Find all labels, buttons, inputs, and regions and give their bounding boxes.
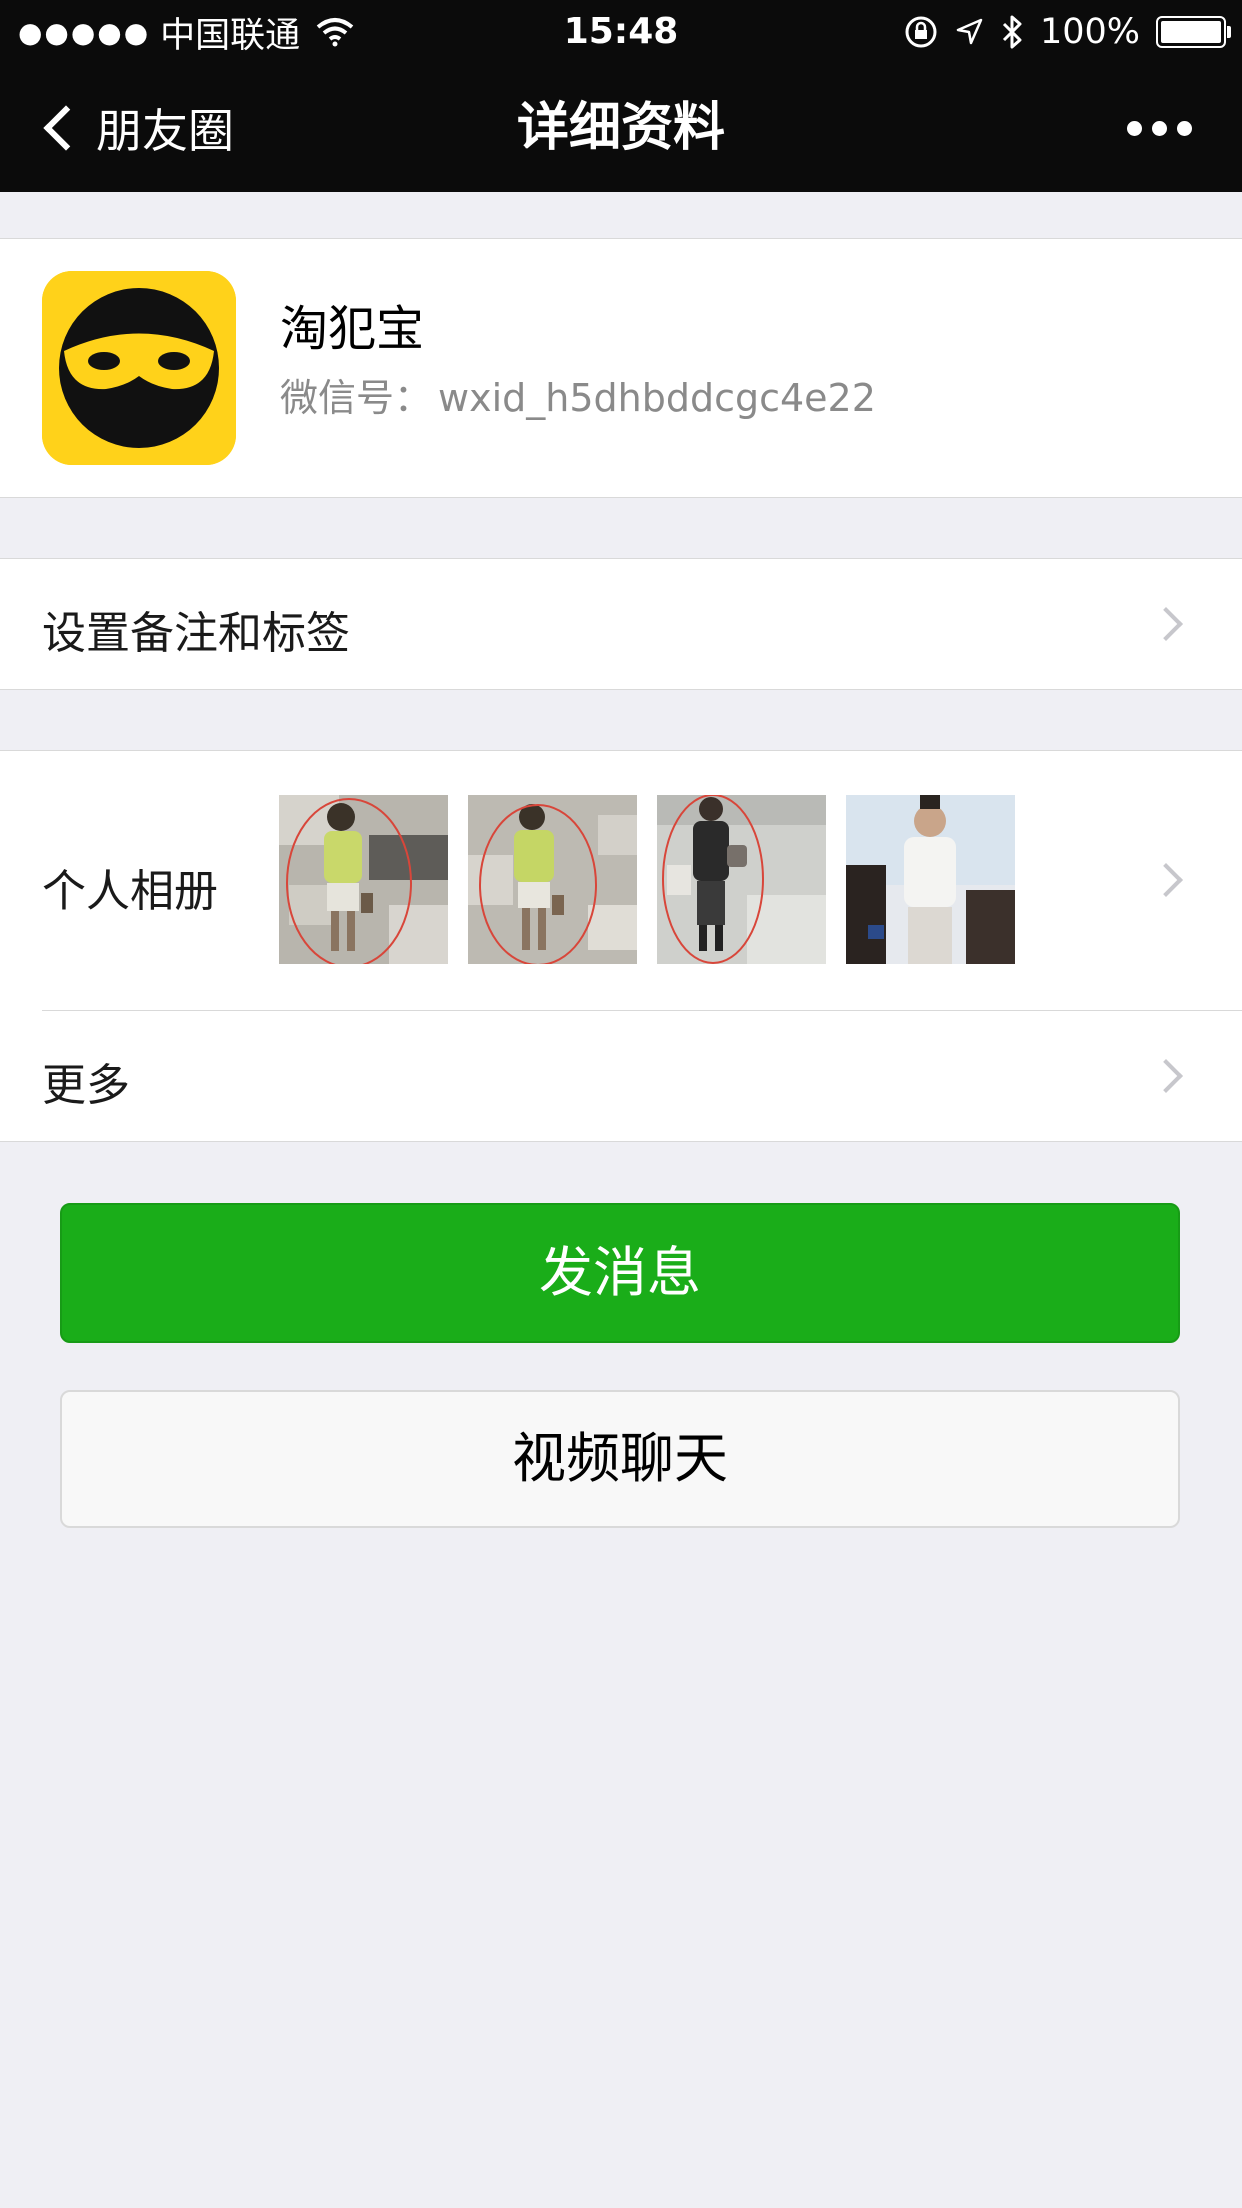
more-label: 更多 xyxy=(42,1060,130,1111)
status-bar: ●●●●● 中国联通 15:48 100% xyxy=(0,0,1242,64)
more-row[interactable]: 更多 xyxy=(0,1011,1242,1141)
wechat-id: 微信号： wxid_h5dhbddcgc4e22 xyxy=(280,367,876,422)
remark-tags-label: 设置备注和标签 xyxy=(42,608,350,659)
profile-name: 淘犯宝 xyxy=(280,301,425,357)
page-title: 详细资料 xyxy=(516,98,725,158)
wechat-id-value: wxid_h5dhbddcgc4e22 xyxy=(438,376,876,420)
battery-icon xyxy=(1156,16,1231,48)
album-photo-4[interactable] xyxy=(846,795,1015,964)
orientation-lock-icon xyxy=(904,15,938,49)
chevron-right-icon xyxy=(1149,607,1183,641)
chevron-right-icon xyxy=(1149,1059,1183,1093)
album-label: 个人相册 xyxy=(42,866,218,917)
album-photo-1[interactable] xyxy=(279,795,448,964)
nav-bar: 朋友圈 详细资料 xyxy=(0,64,1242,192)
album-photo-2[interactable] xyxy=(468,795,637,964)
bluetooth-icon xyxy=(1000,14,1024,50)
album-photo-3[interactable] xyxy=(657,795,826,964)
masked-face-icon xyxy=(42,271,236,465)
more-dots-icon[interactable] xyxy=(1127,64,1192,192)
send-message-button[interactable]: 发消息 xyxy=(60,1203,1180,1343)
avatar[interactable] xyxy=(42,271,236,465)
remark-tags-row[interactable]: 设置备注和标签 xyxy=(0,558,1242,690)
chevron-right-icon xyxy=(1149,863,1183,897)
location-icon xyxy=(954,17,984,47)
profile-card: 淘犯宝 微信号： wxid_h5dhbddcgc4e22 xyxy=(0,238,1242,498)
video-chat-button[interactable]: 视频聊天 xyxy=(60,1390,1180,1528)
status-right: 100% xyxy=(888,0,1231,64)
battery-percent: 100% xyxy=(1039,12,1140,52)
wechat-id-label: 微信号： xyxy=(280,376,433,420)
